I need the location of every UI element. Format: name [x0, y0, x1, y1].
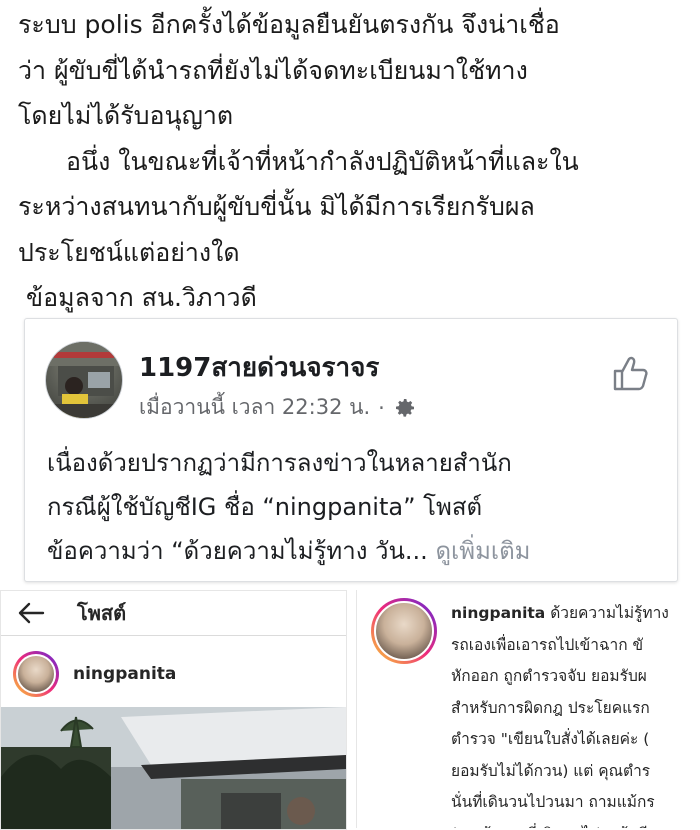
gear-icon: [395, 398, 414, 417]
article-line: โดยไม่ได้รับอนุญาต: [18, 101, 234, 130]
ig-caption-line: (เออท้ายรถที่เดินวนไปมาก้อมี: [451, 819, 700, 829]
ig-caption-line: นั่นที่เดินวนไปวนมา ถามแม้กร: [451, 793, 655, 811]
ig-post-photo: [1, 707, 346, 829]
embedded-facebook-post: 1197สายด่วนจราจร เมื่อวานนี้ เวลา 22:32 …: [24, 318, 678, 582]
page-avatar-image: [46, 342, 122, 418]
ig-username[interactable]: ningpanita: [73, 664, 176, 684]
instagram-caption-screenshot: ningpanita ด้วยความไม่รู้ทาง รถเองเพื่อเ…: [356, 590, 700, 828]
ig-caption-text: ด้วยความไม่รู้ทาง: [550, 604, 669, 622]
page-avatar[interactable]: [45, 341, 123, 419]
ig-caption-username[interactable]: ningpanita: [451, 604, 545, 622]
ig-header: โพสต์: [1, 591, 346, 636]
post-body: เนื่องด้วยปรากฏว่ามีการลงข่าวในหลายสำนัก…: [47, 441, 667, 573]
thumbs-up-icon[interactable]: [611, 353, 651, 393]
article-text: ระบบ polis อีกครั้งได้ข้อมูลยืนยันตรงกัน…: [18, 2, 693, 321]
avatar[interactable]: [371, 598, 437, 664]
ig-post-author[interactable]: ningpanita: [13, 649, 176, 699]
ig-caption-line: ningpanita ด้วยความไม่รู้ทาง: [451, 598, 700, 630]
see-more-link[interactable]: ดูเพิ่มเติม: [435, 537, 530, 565]
article-source: ข้อมูลจาก สน.วิภาวดี: [26, 283, 257, 312]
post-meta: เมื่อวานนี้ เวลา 22:32 น. ·: [139, 391, 417, 424]
article-line: ระบบ polis อีกครั้งได้ข้อมูลยืนยันตรงกัน…: [18, 10, 560, 39]
post-body-line: กรณีผู้ใช้บัญชีIG ชื่อ “ningpanita” โพสต…: [47, 493, 483, 521]
article-line: อนึ่ง ในขณะที่เจ้าที่หน้ากำลังปฏิบัติหน้…: [66, 146, 579, 176]
post-timestamp[interactable]: เมื่อวานนี้ เวลา 22:32 น.: [139, 391, 370, 424]
post-body-line: ข้อความว่า “ด้วยความไม่รู้ทาง วัน... ดูเ…: [47, 529, 667, 573]
instagram-post-screenshot: โพสต์ ningpanita: [0, 590, 347, 830]
ig-caption-line: ยอมรับไม่ได้กวน) แต่ คุณตำร: [451, 761, 651, 780]
avatar[interactable]: [13, 651, 59, 697]
post-body-line-text: ข้อความว่า “ด้วยความไม่รู้ทาง วัน...: [47, 537, 428, 565]
article-line: ระหว่างสนทนากับผู้ขับขี่นั้น มิได้มีการเ…: [18, 192, 535, 221]
ig-caption: ningpanita ด้วยความไม่รู้ทาง รถเองเพื่อเ…: [451, 598, 700, 828]
ig-caption-line: รถเองเพื่อเอารถไปเข้าฉาก ขั: [451, 635, 644, 654]
ig-caption-line: หักออก ถูกตำรวจจับ ยอมรับผ: [451, 667, 647, 685]
article-line: ประโยชน์แต่อย่างใด: [18, 237, 240, 267]
back-arrow-icon[interactable]: [13, 595, 49, 631]
ig-header-title: โพสต์: [77, 601, 127, 625]
meta-separator: ·: [378, 395, 385, 420]
article-line: ว่า ผู้ขับขี่ได้นำรถที่ยังไม่ได้จดทะเบีย…: [18, 55, 528, 85]
post-body-line: เนื่องด้วยปรากฏว่ามีการลงข่าวในหลายสำนัก: [47, 449, 512, 477]
ig-caption-line: ตำรวจ "เขียนใบสั่งได้เลยค่ะ (: [451, 730, 650, 748]
page-name[interactable]: 1197สายด่วนจราจร: [139, 347, 379, 388]
ig-caption-line: สำหรับการผิดกฎ ประโยคแรก: [451, 698, 650, 717]
